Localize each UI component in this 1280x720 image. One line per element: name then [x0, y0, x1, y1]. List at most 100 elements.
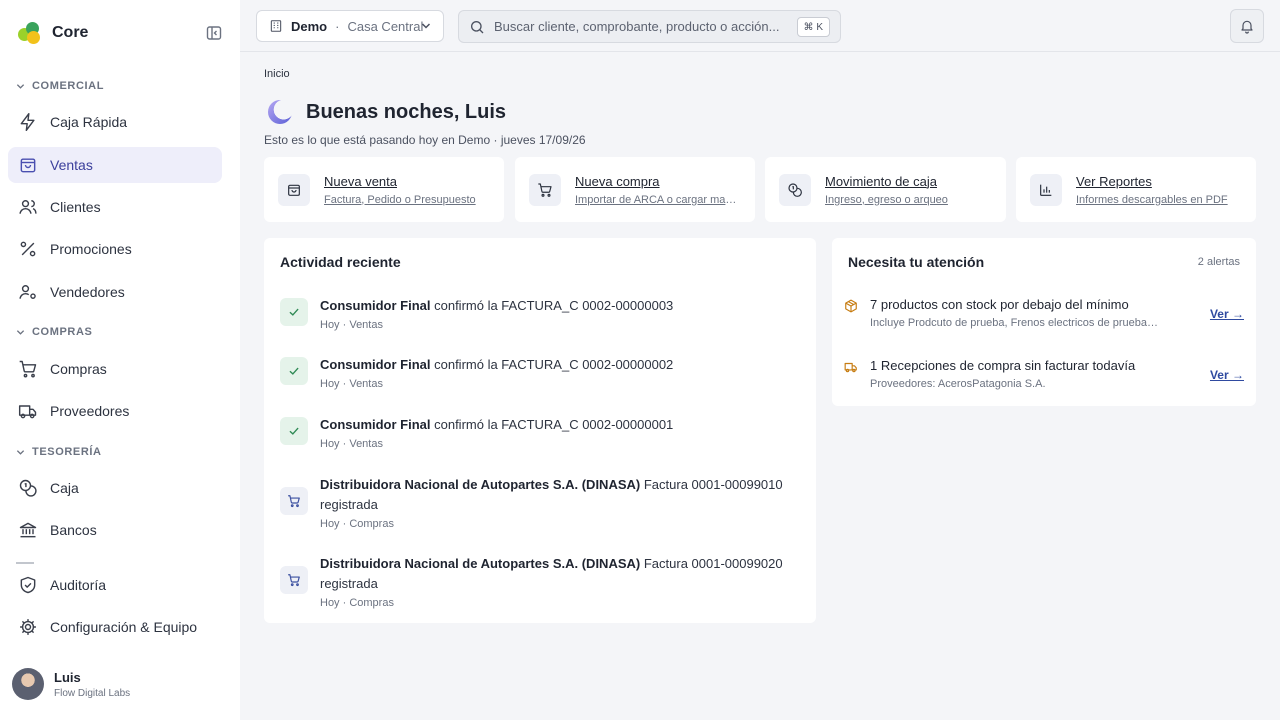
sidebar-item-label: Ventas — [50, 157, 93, 173]
activity-actor: Consumidor Final — [320, 417, 431, 432]
branch-location: Casa Central — [347, 18, 424, 34]
activity-meta: Hoy · Ventas — [320, 378, 383, 390]
activity-text: confirmó la FACTURA_C 0002-00000001 — [430, 417, 674, 432]
check-icon — [280, 298, 308, 326]
section-compras[interactable]: COMPRAS — [16, 326, 92, 338]
bag-icon — [278, 173, 310, 206]
sidebar-item-compras[interactable]: Compras — [8, 351, 222, 387]
sidebar-item-label: Proveedores — [50, 403, 130, 419]
branch-separator: · — [335, 18, 340, 34]
user-cog-icon — [19, 285, 36, 299]
sidebar: Core COMERCIAL Caja Rápida Ventas Client… — [0, 0, 240, 720]
box-icon — [845, 299, 857, 313]
chevron-down-icon — [16, 449, 25, 455]
quick-action-ver-reportes[interactable]: Ver Reportes Informes descargables en PD… — [1016, 157, 1256, 222]
chevron-down-icon — [421, 23, 431, 29]
check-icon — [280, 417, 308, 445]
cart-icon — [280, 487, 308, 515]
sidebar-item-label: Caja Rápida — [50, 114, 128, 130]
section-label: COMPRAS — [32, 326, 93, 338]
bag-icon — [20, 158, 36, 173]
alert-title: 7 productos con stock por debajo del mín… — [870, 297, 1129, 312]
notifications-button[interactable] — [1230, 9, 1264, 43]
cart-icon — [529, 173, 561, 206]
quick-action-title: Nueva venta — [324, 173, 397, 189]
activity-text: confirmó la FACTURA_C 0002-00000002 — [430, 357, 674, 372]
sidebar-item-label: Caja — [50, 480, 79, 496]
quick-action-nueva-compra[interactable]: Nueva compra Importar de ARCA o cargar m… — [515, 157, 755, 222]
activity-title: Actividad reciente — [280, 254, 401, 270]
sidebar-item-auditoria[interactable]: Auditoría — [8, 567, 222, 603]
page-subtitle: Esto es lo que está pasando hoy en Demo … — [264, 133, 586, 147]
quick-action-movimiento-caja[interactable]: Movimiento de caja Ingreso, egreso o arq… — [765, 157, 1006, 222]
coins-icon — [779, 173, 811, 206]
truck-icon — [18, 405, 37, 419]
sidebar-item-label: Vendedores — [50, 284, 125, 300]
quick-action-subtitle: Informes descargables en PDF — [1076, 193, 1228, 206]
section-comercial[interactable]: COMERCIAL — [16, 80, 104, 92]
sidebar-collapse-icon[interactable] — [206, 25, 222, 41]
sidebar-item-label: Promociones — [50, 241, 132, 257]
chevron-down-icon — [16, 329, 25, 335]
user-profile[interactable]: Luis Flow Digital Labs — [12, 668, 130, 700]
bell-icon — [1241, 20, 1253, 34]
activity-actor: Distribuidora Nacional de Autopartes S.A… — [320, 477, 641, 492]
shield-icon — [20, 576, 36, 594]
brand[interactable]: Core — [18, 22, 88, 44]
branch-selector[interactable]: Demo · Casa Central — [256, 10, 444, 42]
sidebar-item-configuracion[interactable]: Configuración & Equipo — [8, 609, 222, 645]
user-name: Luis — [54, 669, 81, 685]
chart-icon — [1030, 173, 1062, 206]
section-label: COMERCIAL — [32, 80, 105, 92]
greeting: Buenas noches, Luis — [268, 100, 506, 124]
sidebar-item-caja[interactable]: Caja — [8, 470, 222, 506]
coins-icon — [19, 479, 37, 497]
brand-name: Core — [52, 24, 89, 41]
sidebar-item-proveedores[interactable]: Proveedores — [8, 393, 222, 429]
percent-icon — [20, 241, 36, 257]
cart-icon — [19, 360, 37, 378]
moon-icon — [268, 100, 292, 124]
quick-action-title: Nueva compra — [575, 173, 660, 189]
activity-meta: Hoy · Compras — [320, 597, 394, 609]
alert-subtitle: Incluye Prodcuto de prueba, Frenos elect… — [870, 317, 1160, 329]
sidebar-item-promociones[interactable]: Promociones — [8, 231, 222, 267]
alerts-count-badge: 2 alertas — [1197, 256, 1240, 268]
truck-icon — [844, 362, 857, 373]
sidebar-item-ventas[interactable]: Ventas — [8, 147, 222, 183]
breadcrumb[interactable]: Inicio — [264, 68, 290, 80]
quick-action-subtitle: Importar de ARCA o cargar manual — [575, 193, 741, 206]
bank-icon — [19, 522, 37, 538]
quick-action-subtitle: Ingreso, egreso o arqueo — [825, 193, 948, 206]
search-shortcut: ⌘ K — [796, 17, 830, 37]
activity-meta: Hoy · Compras — [320, 518, 394, 530]
user-org: Flow Digital Labs — [54, 687, 131, 699]
gear-icon — [20, 619, 36, 635]
alert-view-link[interactable]: Ver → — [1210, 307, 1244, 321]
check-icon — [280, 357, 308, 385]
activity-actor: Distribuidora Nacional de Autopartes S.A… — [320, 556, 641, 571]
attention-panel: Necesita tu atención 2 alertas 7 product… — [832, 238, 1256, 406]
users-icon — [19, 200, 37, 214]
activity-text: confirmó la FACTURA_C 0002-00000003 — [430, 298, 674, 313]
alert-title: 1 Recepciones de compra sin facturar tod… — [870, 358, 1136, 373]
sidebar-item-bancos[interactable]: Bancos — [8, 512, 222, 548]
brand-logo-icon — [18, 22, 40, 44]
global-search[interactable]: Buscar cliente, comprobante, producto o … — [458, 10, 841, 43]
sidebar-item-caja-rapida[interactable]: Caja Rápida — [8, 104, 222, 140]
alert-subtitle: Proveedores: AcerosPatagonia S.A. — [870, 378, 1046, 390]
topbar: Demo · Casa Central Buscar cliente, comp… — [240, 0, 1280, 52]
alert-view-link[interactable]: Ver → — [1210, 368, 1244, 382]
section-tesoreria[interactable]: TESORERÍA — [16, 446, 102, 458]
sidebar-item-clientes[interactable]: Clientes — [8, 189, 222, 225]
sidebar-item-label: Bancos — [50, 522, 97, 538]
search-icon — [471, 20, 484, 33]
activity-meta: Hoy · Ventas — [320, 319, 383, 331]
avatar — [12, 668, 44, 700]
sidebar-item-label: Configuración & Equipo — [50, 619, 198, 635]
activity-actor: Consumidor Final — [320, 357, 431, 372]
sidebar-item-vendedores[interactable]: Vendedores — [8, 274, 222, 310]
sidebar-item-label: Compras — [50, 361, 107, 377]
quick-action-nueva-venta[interactable]: Nueva venta Factura, Pedido o Presupuest… — [264, 157, 504, 222]
activity-meta: Hoy · Ventas — [320, 438, 383, 450]
